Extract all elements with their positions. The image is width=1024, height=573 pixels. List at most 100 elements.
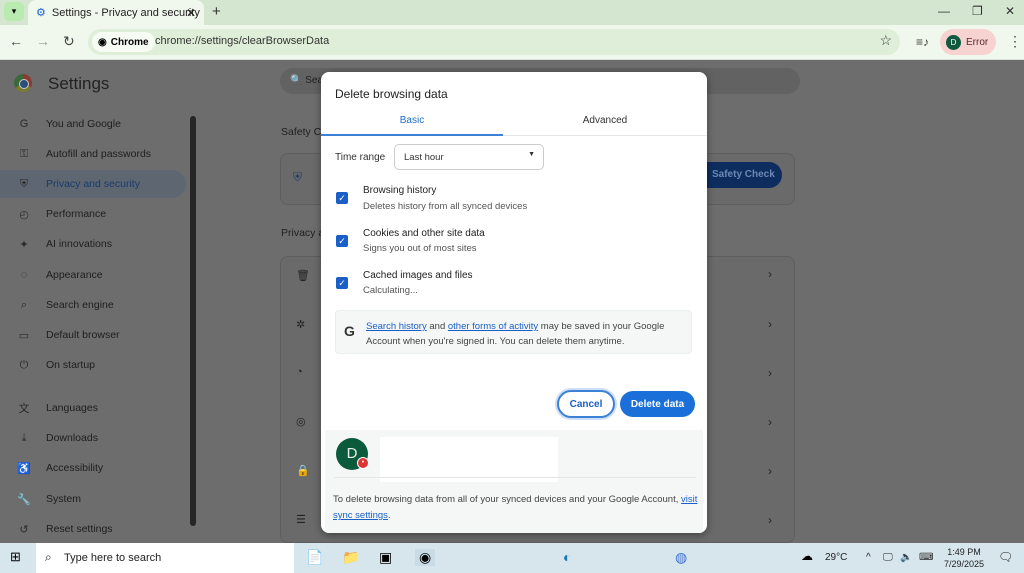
sidebar-item-label: Autofill and passwords bbox=[46, 148, 152, 160]
sidebar-item[interactable]: ⏻ On startup bbox=[0, 351, 186, 379]
sidebar-item[interactable]: ⌕ Search engine bbox=[0, 291, 186, 319]
gauge-icon: ◴ bbox=[19, 208, 29, 221]
tab-settings[interactable]: ⚙ Settings - Privacy and security ✕ bbox=[28, 0, 204, 25]
item-title: Cookies and other site data bbox=[363, 228, 485, 239]
keyboard-icon[interactable]: ⌨ bbox=[919, 552, 933, 563]
browser-icon: ▭ bbox=[18, 329, 30, 342]
sidebar-item[interactable]: 文 Languages bbox=[0, 394, 186, 422]
trash-icon: 🗑 bbox=[296, 270, 310, 282]
sidebar-item[interactable]: ↺ Reset settings bbox=[0, 515, 186, 543]
chevron-right-icon[interactable]: › bbox=[768, 366, 772, 380]
new-tab-button[interactable]: + bbox=[212, 3, 221, 20]
weather-temp[interactable]: 29°C bbox=[825, 552, 847, 563]
time-range-label: Time range bbox=[335, 152, 386, 163]
tab-title: Settings - Privacy and security bbox=[51, 6, 200, 19]
close-tab-icon[interactable]: ✕ bbox=[186, 6, 196, 20]
sidebar-item[interactable]: ◴ Performance bbox=[0, 200, 186, 228]
profile-button[interactable]: D Error bbox=[940, 29, 996, 55]
bookmark-star-icon[interactable]: ☆ bbox=[879, 32, 892, 49]
redacted-account-info bbox=[380, 437, 558, 482]
tray-chevron-icon[interactable]: ^ bbox=[866, 552, 871, 563]
sidebar-item-label: Accessibility bbox=[46, 462, 104, 474]
palette-icon: ◌ bbox=[20, 269, 28, 281]
sidebar-item-label: System bbox=[46, 493, 82, 505]
weather-icon[interactable]: ☁ bbox=[801, 549, 813, 563]
divider bbox=[334, 477, 696, 478]
edge-icon[interactable]: ◐ bbox=[563, 549, 571, 565]
network-icon[interactable]: 🖵 bbox=[883, 552, 893, 563]
wrench-icon: 🔧 bbox=[17, 493, 31, 506]
cached-images-checkbox[interactable]: ✓ bbox=[336, 277, 348, 289]
browsing-history-checkbox[interactable]: ✓ bbox=[336, 192, 348, 204]
item-subtitle: Deletes history from all synced devices bbox=[363, 201, 528, 212]
reload-button[interactable]: ↻ bbox=[63, 33, 75, 50]
sidebar-item-label: AI innovations bbox=[46, 238, 112, 250]
menu-kebab-icon[interactable]: ⋮ bbox=[1008, 33, 1022, 50]
other-activity-link[interactable]: other forms of activity bbox=[448, 321, 538, 332]
tab-advanced[interactable]: Advanced bbox=[514, 115, 696, 126]
item-title: Browsing history bbox=[363, 185, 437, 196]
clock[interactable]: 1:49 PM 7/29/2025 bbox=[944, 546, 984, 570]
cookies-checkbox[interactable]: ✓ bbox=[336, 235, 348, 247]
chevron-right-icon[interactable]: › bbox=[768, 415, 772, 429]
time-range-select[interactable]: Last hour ▼ bbox=[394, 144, 544, 170]
sidebar-item[interactable]: G You and Google bbox=[0, 110, 186, 138]
chrome-logo-icon bbox=[14, 74, 32, 92]
sidebar-item[interactable]: ⛨ Privacy and security bbox=[0, 170, 186, 198]
search-icon: ⌕ bbox=[45, 550, 52, 564]
windows-start-icon[interactable]: ⊞ bbox=[10, 549, 21, 565]
settings-gear-icon: ⚙ bbox=[36, 7, 46, 19]
sidebar-item[interactable]: ▭ Default browser bbox=[0, 321, 186, 349]
notifications-icon[interactable]: 🗨 bbox=[998, 550, 1013, 564]
sidebar-item[interactable]: ♿ Accessibility bbox=[0, 454, 186, 482]
chevron-right-icon[interactable]: › bbox=[768, 464, 772, 478]
chrome-taskbar-icon[interactable]: ◉ bbox=[415, 549, 436, 566]
notepad-icon[interactable]: 📄 bbox=[306, 549, 323, 566]
delete-data-button[interactable]: Delete data bbox=[620, 391, 695, 417]
sidebar-item[interactable]: ◌ Appearance bbox=[0, 261, 186, 289]
minimize-button[interactable]: — bbox=[938, 4, 950, 18]
sliders-icon: ☰ bbox=[296, 514, 306, 526]
reset-icon: ↺ bbox=[19, 523, 29, 536]
chevron-right-icon[interactable]: › bbox=[768, 267, 772, 281]
media-control-icon[interactable]: ≡♪ bbox=[916, 35, 929, 49]
sidebar-item[interactable]: ⚿ Autofill and passwords bbox=[0, 140, 186, 168]
privacy-sandbox-icon: ◎ bbox=[296, 416, 306, 428]
tab-basic[interactable]: Basic bbox=[321, 115, 503, 136]
dialog-title: Delete browsing data bbox=[335, 87, 448, 101]
chevron-right-icon[interactable]: › bbox=[768, 317, 772, 331]
search-history-link[interactable]: Search history bbox=[366, 321, 427, 332]
shield-icon: ⛨ bbox=[19, 177, 29, 190]
volume-icon[interactable]: 🔈 bbox=[900, 552, 912, 563]
google-icon: G bbox=[19, 118, 29, 130]
item-subtitle: Calculating... bbox=[363, 285, 418, 296]
section-privacy-heading: Privacy a bbox=[281, 227, 325, 239]
toolbar: ← → ↻ ◉ Chrome chrome://settings/clearBro… bbox=[0, 25, 1024, 60]
accessibility-icon: ♿ bbox=[17, 462, 31, 475]
sidebar-item-label: You and Google bbox=[46, 118, 121, 130]
file-explorer-icon[interactable]: 📁 bbox=[342, 549, 359, 566]
forward-button[interactable]: → bbox=[36, 33, 50, 49]
chevron-right-icon[interactable]: › bbox=[768, 513, 772, 527]
sidebar-item[interactable]: ⤓ Downloads bbox=[0, 424, 186, 452]
sidebar-item-label: Downloads bbox=[46, 432, 98, 444]
sidebar-item[interactable]: ✦ AI innovations bbox=[0, 230, 186, 258]
google-icon: G bbox=[344, 323, 355, 339]
sidebar-item[interactable]: 🔧 System bbox=[0, 485, 186, 513]
key-icon: ⚿ bbox=[19, 147, 29, 160]
account-footer: D • To delete browsing data from all of … bbox=[325, 430, 703, 533]
sidebar-scrollbar[interactable] bbox=[190, 116, 196, 526]
copilot-icon[interactable]: ◍ bbox=[675, 549, 687, 566]
sidebar-item-label: On startup bbox=[46, 359, 96, 371]
tab-search-button[interactable]: ▾ bbox=[4, 2, 24, 21]
restore-button[interactable]: ❐ bbox=[972, 4, 983, 18]
site-info-chip[interactable]: ◉ Chrome bbox=[92, 32, 155, 52]
lock-icon: 🔒 bbox=[296, 465, 310, 477]
cancel-button[interactable]: Cancel bbox=[557, 390, 615, 418]
address-bar[interactable]: ◉ Chrome chrome://settings/clearBrowserDa… bbox=[88, 29, 900, 55]
url-text: chrome://settings/clearBrowserData bbox=[155, 35, 330, 47]
taskbar-search-input[interactable]: ⌕ Type here to search bbox=[36, 543, 294, 573]
back-button[interactable]: ← bbox=[9, 33, 23, 49]
close-window-button[interactable]: ✕ bbox=[1005, 4, 1015, 18]
app-icon[interactable]: ▣ bbox=[379, 549, 392, 566]
